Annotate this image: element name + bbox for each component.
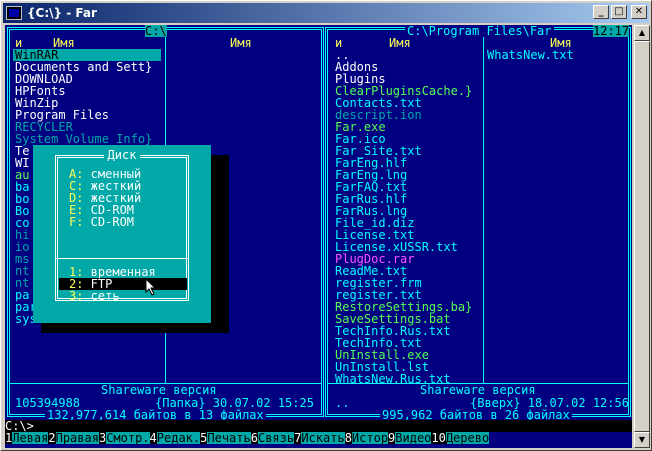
title-bar[interactable]: {C:\} - Far _ □ ✕: [3, 3, 649, 23]
console-icon: [6, 6, 22, 20]
function-key-number: 3: [98, 431, 107, 445]
scroll-down-button[interactable]: ▼: [634, 432, 650, 448]
function-key-label: Смотр.: [106, 431, 150, 445]
right-col-name-1[interactable]: Имя: [389, 37, 411, 49]
function-key-label: Истор: [351, 431, 389, 445]
right-shareware-label: Shareware версия: [420, 383, 536, 397]
function-key-9[interactable]: 9 Видео: [388, 431, 432, 445]
function-key-label: Левая: [12, 431, 49, 445]
maximize-button[interactable]: □: [611, 5, 627, 19]
function-key-label: Искать: [301, 431, 345, 445]
drive-label: CD-ROM: [83, 215, 135, 229]
function-key-label: Видео: [395, 431, 432, 445]
console-area[interactable]: C:\ и Имя Имя WinRAR Documents and Sett} D…: [5, 25, 632, 448]
right-file-col2-first[interactable]: WhatsNew.txt: [487, 49, 574, 61]
vertical-scrollbar[interactable]: ▲ ▼: [634, 25, 650, 448]
function-key-3[interactable]: 3 Смотр.: [98, 431, 150, 445]
function-key-label: Дерево: [445, 431, 490, 445]
far-window: {C:\} - Far _ □ ✕ C:\ и Имя Имя WinRAR Do…: [0, 0, 652, 451]
left-panel-path[interactable]: C:\: [145, 25, 167, 37]
function-key-number: 8: [344, 431, 352, 445]
right-status-name: ..: [335, 396, 350, 410]
function-key-8[interactable]: 8 Истор: [344, 431, 389, 445]
function-key-10[interactable]: 10 Дерево: [431, 431, 490, 445]
drive-menu-item[interactable]: F: CD-ROM: [69, 216, 134, 228]
function-key-4[interactable]: 4 Редак.: [149, 431, 201, 445]
function-key-label: Печать: [207, 431, 251, 445]
dialog-title: Диск: [103, 148, 141, 162]
dialog-separator: [55, 258, 189, 259]
function-key-number: 10: [431, 431, 446, 445]
drive-label: сеть: [83, 289, 120, 303]
function-key-number: 9: [388, 431, 396, 445]
drive-menu-item[interactable]: 3: сеть: [69, 290, 120, 302]
function-key-number: 1: [5, 431, 13, 445]
function-key-label: Связь: [257, 431, 295, 445]
function-key-label: Редак.: [156, 431, 201, 445]
mouse-pointer-icon: [145, 278, 157, 296]
drive-dialog[interactable]: Диск A: сменный C: жесткий D: жесткий E: CD…: [33, 145, 211, 323]
function-key-7[interactable]: 7 Искать: [294, 432, 345, 444]
left-file-item[interactable]: System Volume Info}: [15, 133, 152, 145]
close-button[interactable]: ✕: [631, 5, 647, 19]
function-key-number: 4: [149, 431, 157, 445]
drive-hotkey: F:: [69, 215, 84, 229]
function-key-1[interactable]: 1 Левая: [5, 431, 49, 445]
left-col-name-2[interactable]: Имя: [230, 37, 252, 49]
minimize-button[interactable]: _: [593, 5, 609, 19]
function-key-number: 7: [294, 431, 302, 445]
window-title: {C:\} - Far: [27, 6, 97, 20]
function-key-2[interactable]: 2 Правая: [48, 432, 99, 444]
function-key-bar: 1 Левая 2 Правая 3 Смотр. 4 Редак. 5 Печать 6 Связ…: [5, 432, 632, 444]
function-key-number: 2: [48, 431, 56, 445]
right-column-divider: [483, 31, 484, 383]
left-shareware-label: Shareware версия: [101, 383, 217, 397]
clock: 12:17: [593, 25, 630, 38]
right-panel-path[interactable]: C:\Program Files\Far: [405, 25, 554, 37]
drive-hotkey: 3:: [69, 289, 84, 303]
function-key-label: Правая: [55, 431, 99, 445]
scroll-up-button[interactable]: ▲: [634, 25, 650, 41]
function-key-number: 6: [250, 431, 258, 445]
function-key-5[interactable]: 5 Печать: [200, 432, 251, 444]
function-key-6[interactable]: 6 Связь: [250, 431, 295, 445]
scroll-thumb[interactable]: [634, 41, 650, 432]
function-key-number: 5: [200, 431, 208, 445]
